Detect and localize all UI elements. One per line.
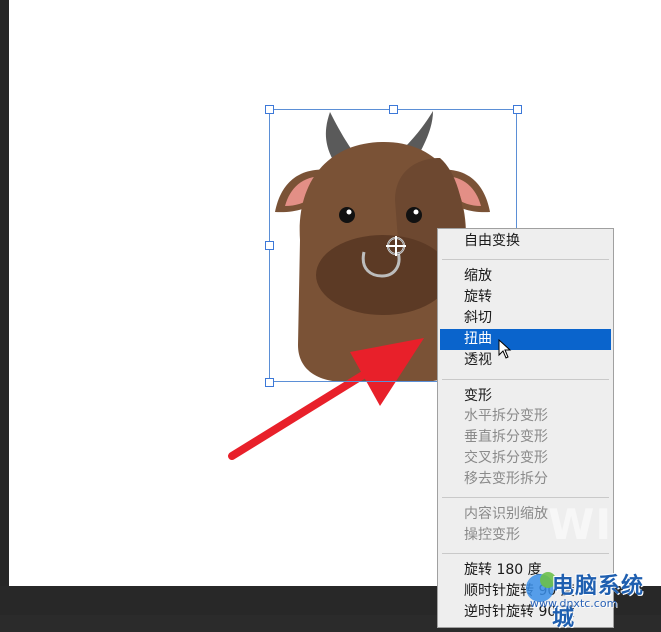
menu-item-distort[interactable]: 扭曲	[440, 329, 611, 350]
menu-item-scale[interactable]: 缩放	[440, 266, 611, 287]
handle-top-right[interactable]	[513, 105, 522, 114]
menu-item-perspective[interactable]: 透视	[440, 350, 611, 371]
menu-separator	[442, 379, 609, 380]
handle-bottom-left[interactable]	[265, 378, 274, 387]
handle-middle-left[interactable]	[265, 241, 274, 250]
site-url: www.dnxtc.com	[530, 597, 618, 610]
menu-separator	[442, 497, 609, 498]
handle-top-center[interactable]	[389, 105, 398, 114]
menu-item-skew[interactable]: 斜切	[440, 308, 611, 329]
menu-separator	[442, 553, 609, 554]
mouse-pointer-icon	[498, 339, 512, 359]
menu-item-warp[interactable]: 变形	[440, 386, 611, 407]
menu-item-split-warp-crosswise: 交叉拆分变形	[464, 450, 548, 466]
menu-item-split-warp-vertical: 垂直拆分变形	[464, 429, 548, 445]
watermark-text: WID	[548, 500, 648, 549]
menu-item-remove-warp-split: 移去变形拆分	[464, 471, 548, 487]
menu-separator	[442, 259, 609, 260]
menu-item-free-transform[interactable]: 自由变换	[440, 231, 611, 252]
menu-item-split-warp-horizontal: 水平拆分变形	[464, 408, 548, 424]
menu-item-rotate[interactable]: 旋转	[440, 287, 611, 308]
handle-top-left[interactable]	[265, 105, 274, 114]
